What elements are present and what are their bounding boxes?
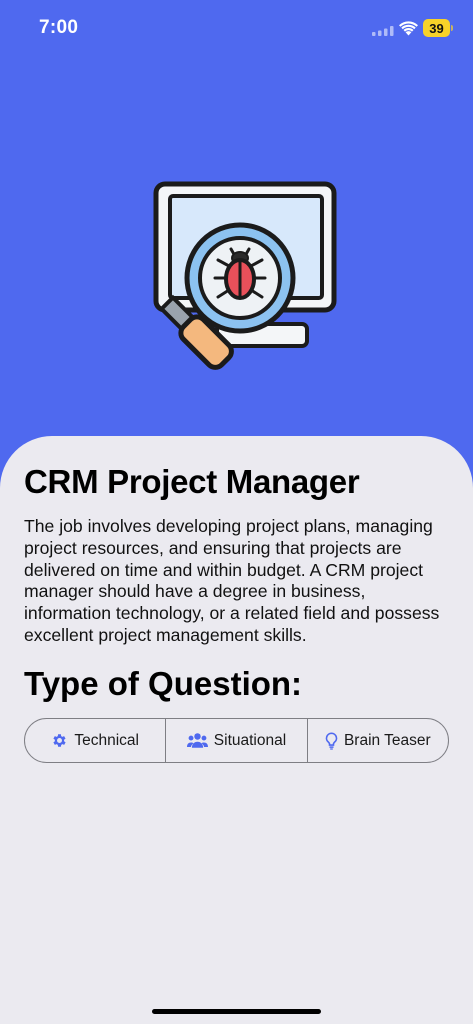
- battery-cap: [451, 25, 453, 31]
- segment-situational[interactable]: Situational: [166, 719, 308, 762]
- job-title: CRM Project Manager: [24, 463, 360, 500]
- job-description: The job involves developing project plan…: [24, 516, 440, 645]
- status-time: 7:00: [39, 17, 79, 38]
- battery-indicator: 39: [423, 19, 450, 37]
- segment-brain-teaser-label: Brain Teaser: [343, 731, 431, 749]
- lightbulb-icon: [325, 732, 338, 750]
- segment-brain-teaser[interactable]: Brain Teaser: [308, 719, 448, 762]
- segment-technical-label: Technical: [74, 731, 139, 749]
- segment-technical[interactable]: Technical: [25, 719, 167, 762]
- bug-search-monitor-icon: [153, 181, 337, 370]
- question-type-heading: Type of Question:: [24, 665, 303, 702]
- question-type-selector: Technical Situational Brain Teaser: [24, 718, 449, 763]
- segment-situational-label: Situational: [213, 731, 287, 749]
- cellular-signal-icon: [372, 26, 394, 36]
- people-icon: [186, 733, 208, 748]
- home-indicator[interactable]: [152, 1009, 321, 1014]
- battery-level: 39: [429, 20, 444, 36]
- gear-icon: [53, 734, 66, 747]
- wifi-icon: [399, 21, 418, 36]
- status-bar: 7:00 39: [0, 0, 473, 56]
